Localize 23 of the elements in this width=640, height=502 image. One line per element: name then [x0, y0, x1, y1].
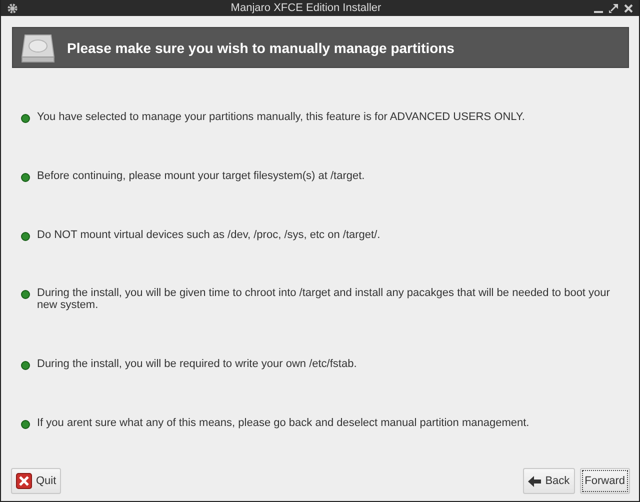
hard-drive-icon	[21, 32, 55, 62]
note-text: During the install, you will be given time to chroot into /target and install any pacakges that will be needed to boot your new system.	[37, 287, 611, 312]
gear-icon[interactable]	[7, 2, 18, 14]
bullet-icon	[21, 114, 30, 124]
left-arrow-icon	[528, 476, 542, 486]
bullet-icon	[21, 360, 30, 370]
bullet-icon	[21, 420, 30, 429]
note-text: Do NOT mount virtual devices such as /dev, /proc, /sys, etc on /target/.	[37, 228, 380, 241]
bullet-icon	[21, 172, 30, 182]
note-text: If you arent sure what any of this means, please go back and deselect manual partition management.	[37, 416, 530, 429]
maximize-icon[interactable]	[609, 4, 618, 12]
close-icon[interactable]	[624, 4, 633, 12]
note-text: During the install, you will be required to write your own /etc/fstab.	[37, 358, 357, 370]
close-icon	[16, 473, 32, 489]
note-text: Before continuing, please mount your target filesystem(s) at /target.	[37, 170, 365, 182]
note-text: You have selected to manage your partitions manually, this feature is for ADVANCED USERS ONLY.	[37, 111, 525, 124]
back-button[interactable]: Back	[523, 468, 575, 494]
header-title: Please make sure you wish to manually manage partitions	[67, 40, 454, 56]
forward-button[interactable]: Forward	[580, 468, 630, 494]
bullet-icon	[21, 290, 30, 300]
bullet-icon	[21, 232, 30, 241]
quit-button[interactable]: Quit	[11, 468, 62, 494]
window-title: Manjaro XFCE Edition Installer	[230, 2, 382, 14]
